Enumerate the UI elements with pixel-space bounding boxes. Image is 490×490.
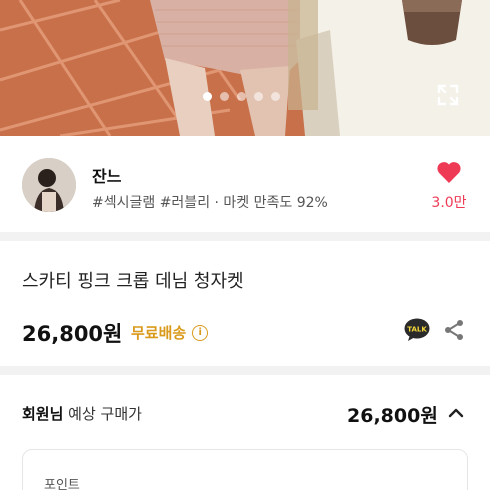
seller-tags: #섹시글램 #러블리 · 마켓 만족도 92% xyxy=(92,195,328,211)
carousel-dot[interactable] xyxy=(254,92,263,101)
heart-icon xyxy=(437,162,461,183)
product-title: 스카티 핑크 크롭 데님 청자켓 xyxy=(22,271,244,292)
shipping-badge: 무료배송 i xyxy=(131,322,209,343)
carousel-dot[interactable] xyxy=(271,92,280,101)
expand-icon[interactable] xyxy=(436,83,460,107)
carousel-dot[interactable] xyxy=(237,92,246,101)
seller-section: 잔느 #섹시글램 #러블리 · 마켓 만족도 92% 3.0만 xyxy=(0,136,490,232)
kakaotalk-icon-label: TALK xyxy=(407,326,427,334)
kakaotalk-icon[interactable]: TALK xyxy=(404,318,430,342)
section-divider xyxy=(0,366,490,375)
points-label: 포인트 xyxy=(44,478,80,490)
info-icon[interactable]: i xyxy=(192,324,209,341)
seller-avatar[interactable] xyxy=(22,158,76,212)
product-image-carousel[interactable] xyxy=(0,0,490,136)
avatar-image xyxy=(22,158,76,212)
share-icon[interactable] xyxy=(442,318,466,342)
carousel-dot[interactable] xyxy=(220,92,229,101)
like-count: 3.0만 xyxy=(431,195,467,211)
estimated-price-label-text: 예상 구매가 xyxy=(63,405,142,423)
chevron-up-icon[interactable] xyxy=(447,404,465,422)
estimated-price-label: 회원님 예상 구매가 xyxy=(22,403,142,424)
points-panel: 포인트 xyxy=(22,449,468,490)
section-divider xyxy=(0,232,490,241)
product-photo xyxy=(0,0,490,136)
like-button[interactable]: 3.0만 xyxy=(424,160,474,212)
seller-name[interactable]: 잔느 xyxy=(92,163,121,187)
estimated-price: 26,800원 xyxy=(347,405,438,427)
estimated-price-label-member: 회원님 xyxy=(22,405,64,423)
shipping-label: 무료배송 xyxy=(131,324,187,342)
carousel-dot[interactable] xyxy=(203,92,212,101)
carousel-dots xyxy=(203,92,280,101)
product-price: 26,800원 xyxy=(22,322,123,346)
